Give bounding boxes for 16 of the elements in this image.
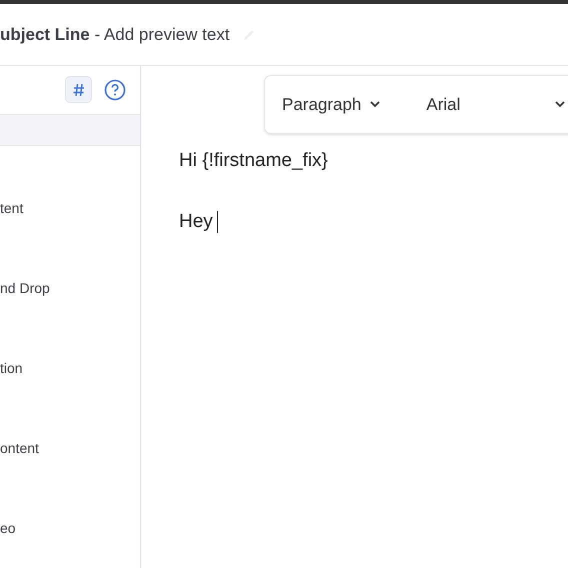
chevron-down-icon xyxy=(370,101,380,108)
sidebar-item[interactable]: ontent xyxy=(0,438,39,458)
sidebar-item[interactable]: tion xyxy=(0,358,23,378)
merge-tag-button[interactable] xyxy=(65,76,92,104)
sidebar-item[interactable]: tent xyxy=(0,198,24,218)
help-icon[interactable] xyxy=(104,78,126,101)
editor-text: Hey xyxy=(179,210,213,234)
font-dropdown[interactable]: Arial xyxy=(426,92,566,118)
chevron-down-icon xyxy=(555,101,566,108)
block-format-dropdown[interactable]: Paragraph xyxy=(282,92,380,118)
hash-icon xyxy=(72,82,84,97)
text-cursor xyxy=(216,211,218,233)
sidebar-item[interactable]: nd Drop xyxy=(0,278,50,298)
sidebar-item[interactable]: eo xyxy=(0,518,16,538)
editor-text: Hi {!firstname_fix} xyxy=(179,149,328,173)
subject-line: ubject Line - Add preview text xyxy=(0,24,230,46)
